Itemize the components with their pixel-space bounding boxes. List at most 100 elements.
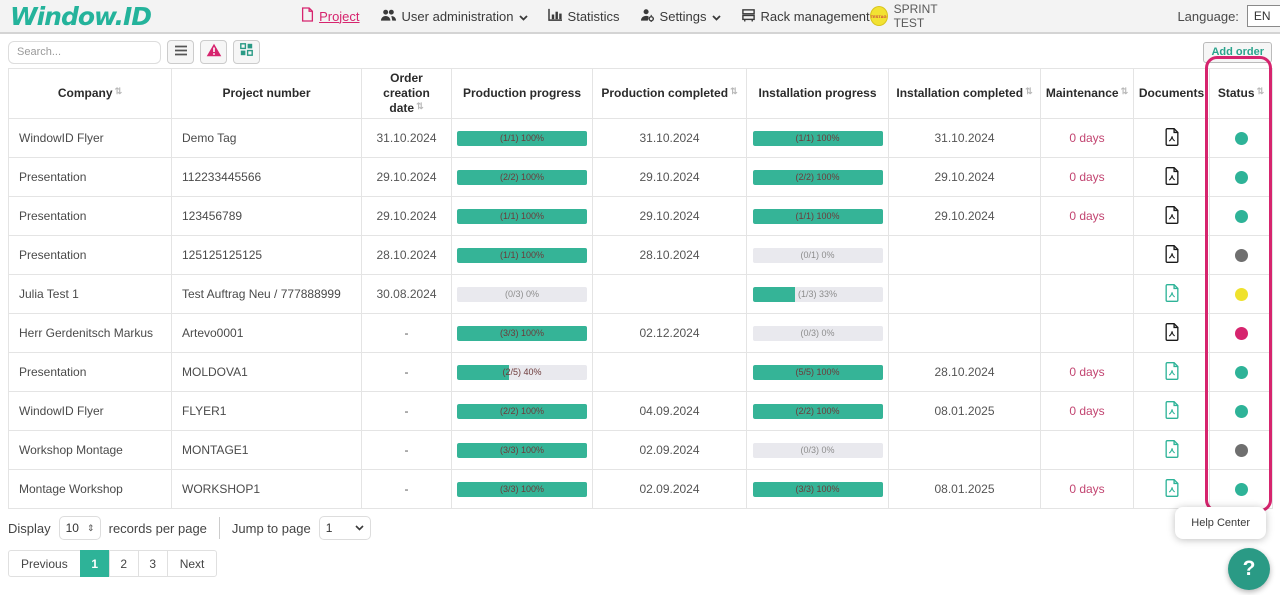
installation-progress-cell: (0/3) 0% bbox=[747, 431, 889, 470]
pdf-document-icon[interactable] bbox=[1162, 243, 1182, 265]
nav-item-statistics[interactable]: Statistics bbox=[548, 8, 620, 24]
maintenance-cell bbox=[1041, 431, 1134, 470]
column-header-project-number[interactable]: Project number bbox=[172, 69, 362, 119]
column-header-installation-completed[interactable]: Installation completed⇅ bbox=[889, 69, 1041, 119]
previous-page-button[interactable]: Previous bbox=[8, 550, 81, 577]
production-progress-cell: (1/1) 100% bbox=[452, 119, 593, 158]
sort-icon[interactable]: ⇅ bbox=[416, 101, 424, 111]
projects-table: Company⇅ Project number Order creation d… bbox=[8, 68, 1273, 509]
progress-bar: (1/1) 100% bbox=[753, 131, 883, 146]
nav-item-label: Project bbox=[319, 9, 359, 24]
chart-icon bbox=[548, 8, 563, 24]
records-per-page-select[interactable]: 10 ⇕ bbox=[59, 516, 101, 540]
pdf-document-icon[interactable] bbox=[1162, 204, 1182, 226]
pdf-document-icon[interactable] bbox=[1162, 282, 1182, 304]
language-label: Language: bbox=[1177, 9, 1238, 24]
table-header-row: Company⇅ Project number Order creation d… bbox=[9, 69, 1273, 119]
pagination-controls: Display 10 ⇕ records per page Jump to pa… bbox=[8, 516, 1272, 540]
table-body: WindowID FlyerDemo Tag31.10.2024(1/1) 10… bbox=[9, 119, 1273, 509]
column-header-documents[interactable]: Documents bbox=[1134, 69, 1210, 119]
installation-progress-cell: (1/1) 100% bbox=[747, 119, 889, 158]
column-header-order-creation-date[interactable]: Order creation date⇅ bbox=[362, 69, 452, 119]
column-header-production-progress[interactable]: Production progress bbox=[452, 69, 593, 119]
documents-cell bbox=[1134, 470, 1210, 509]
maintenance-cell bbox=[1041, 236, 1134, 275]
column-header-installation-progress[interactable]: Installation progress bbox=[747, 69, 889, 119]
language-select[interactable]: EN bbox=[1247, 5, 1280, 27]
status-dot bbox=[1235, 171, 1248, 184]
installation-completed-cell: 08.01.2025 bbox=[889, 392, 1041, 431]
table-row: Presentation12512512512528.10.2024(1/1) … bbox=[9, 236, 1273, 275]
sort-icon[interactable]: ⇅ bbox=[730, 86, 738, 96]
pdf-document-icon[interactable] bbox=[1162, 165, 1182, 187]
page-button-2[interactable]: 2 bbox=[109, 550, 139, 577]
add-order-button[interactable]: Add order bbox=[1203, 42, 1272, 63]
production-completed-cell: 31.10.2024 bbox=[593, 119, 747, 158]
page-button-1[interactable]: 1 bbox=[80, 550, 110, 577]
column-header-production-completed[interactable]: Production completed⇅ bbox=[593, 69, 747, 119]
jump-to-page-select[interactable]: 1 bbox=[319, 516, 371, 540]
search-input[interactable] bbox=[8, 41, 161, 64]
progress-bar: (1/1) 100% bbox=[457, 248, 587, 263]
project-number-cell: 112233445566 bbox=[172, 158, 362, 197]
production-progress-cell: (3/3) 100% bbox=[452, 470, 593, 509]
pdf-document-icon[interactable] bbox=[1162, 477, 1182, 499]
company-cell: Presentation bbox=[9, 353, 172, 392]
order-creation-date-cell: 29.10.2024 bbox=[362, 197, 452, 236]
documents-cell bbox=[1134, 353, 1210, 392]
maintenance-value: 0 days bbox=[1069, 404, 1104, 418]
pdf-document-icon[interactable] bbox=[1162, 360, 1182, 382]
help-button[interactable]: ? bbox=[1228, 548, 1270, 590]
column-header-company[interactable]: Company⇅ bbox=[9, 69, 172, 119]
grid-view-button[interactable] bbox=[233, 40, 260, 64]
nav-item-label: Rack management bbox=[761, 9, 870, 24]
progress-label: (1/1) 100% bbox=[753, 131, 883, 146]
progress-label: (2/2) 100% bbox=[457, 170, 587, 185]
nav-item-user-administration[interactable]: User administration bbox=[380, 8, 528, 25]
table-row: Workshop MontageMONTAGE1-(3/3) 100%02.09… bbox=[9, 431, 1273, 470]
installation-progress-cell: (0/3) 0% bbox=[747, 314, 889, 353]
nav-item-project[interactable]: Project bbox=[301, 7, 359, 25]
progress-bar: (3/3) 100% bbox=[753, 482, 883, 497]
pdf-document-icon[interactable] bbox=[1162, 399, 1182, 421]
status-cell bbox=[1210, 353, 1273, 392]
installation-progress-cell: (1/1) 100% bbox=[747, 197, 889, 236]
pdf-document-icon[interactable] bbox=[1162, 126, 1182, 148]
chevron-down-icon bbox=[712, 9, 721, 24]
column-header-maintenance[interactable]: Maintenance⇅ bbox=[1041, 69, 1134, 119]
progress-bar: (1/3) 33% bbox=[753, 287, 883, 302]
pagination: Previous 1 2 3 Next bbox=[8, 550, 217, 577]
pdf-document-icon[interactable] bbox=[1162, 438, 1182, 460]
installation-completed-cell: 29.10.2024 bbox=[889, 158, 1041, 197]
list-view-button[interactable] bbox=[167, 40, 194, 64]
production-completed-cell bbox=[593, 353, 747, 392]
sort-icon[interactable]: ⇅ bbox=[1121, 86, 1129, 96]
company-cell: WindowID Flyer bbox=[9, 119, 172, 158]
app-logo[interactable]: Window.ID bbox=[10, 4, 151, 29]
installation-completed-cell bbox=[889, 431, 1041, 470]
table-row: PresentationMOLDOVA1-(2/5) 40%(5/5) 100%… bbox=[9, 353, 1273, 392]
maintenance-cell: 0 days bbox=[1041, 158, 1134, 197]
status-cell bbox=[1210, 197, 1273, 236]
production-completed-cell: 29.10.2024 bbox=[593, 158, 747, 197]
progress-label: (3/3) 100% bbox=[457, 326, 587, 341]
pdf-document-icon[interactable] bbox=[1162, 321, 1182, 343]
sort-icon[interactable]: ⇅ bbox=[1257, 86, 1265, 96]
sort-icon[interactable]: ⇅ bbox=[1025, 86, 1033, 96]
sort-icon[interactable]: ⇅ bbox=[115, 86, 123, 96]
hamburger-icon bbox=[174, 43, 188, 61]
maintenance-cell: 0 days bbox=[1041, 392, 1134, 431]
next-page-button[interactable]: Next bbox=[167, 550, 218, 577]
project-number-cell: FLYER1 bbox=[172, 392, 362, 431]
nav-item-rack-management[interactable]: Rack management bbox=[741, 8, 870, 25]
documents-cell bbox=[1134, 119, 1210, 158]
page-button-3[interactable]: 3 bbox=[138, 550, 168, 577]
top-navbar: Window.ID Project User administration St… bbox=[0, 0, 1280, 34]
status-cell bbox=[1210, 470, 1273, 509]
production-progress-cell: (2/5) 40% bbox=[452, 353, 593, 392]
nav-item-settings[interactable]: Settings bbox=[640, 8, 721, 25]
alerts-button[interactable] bbox=[200, 40, 227, 64]
production-completed-cell: 29.10.2024 bbox=[593, 197, 747, 236]
column-header-status[interactable]: Status⇅ bbox=[1210, 69, 1273, 119]
progress-label: (1/1) 100% bbox=[457, 248, 587, 263]
